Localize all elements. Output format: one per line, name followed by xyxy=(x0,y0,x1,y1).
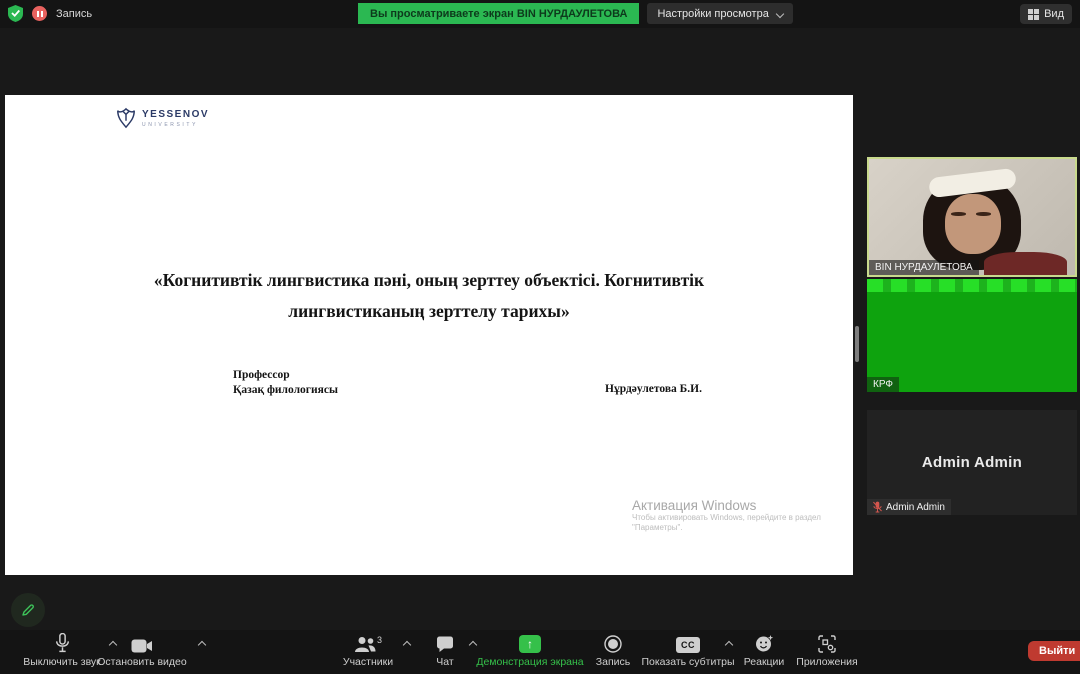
slide-title: «Когнитивтік лингвистика пәні, оның зерт… xyxy=(153,270,705,321)
grid-view-icon xyxy=(1028,8,1040,20)
view-settings-label: Настройки просмотра xyxy=(657,7,769,20)
stop-video-button[interactable]: Остановить видео xyxy=(82,633,202,668)
speaker-portrait-shoulder xyxy=(984,251,1067,275)
speaker-portrait-brow xyxy=(951,212,966,216)
chevron-down-icon xyxy=(775,9,785,18)
green-screen-video[interactable]: КРФ xyxy=(867,292,1077,392)
recording-indicator-cluster: Запись xyxy=(8,5,92,22)
windows-activation-watermark: Активация Windows Чтобы активировать Win… xyxy=(632,498,821,533)
speaker-portrait-face xyxy=(945,193,1001,255)
green-tile-name-tag: КРФ xyxy=(867,377,899,392)
meeting-toolbar: Выключить звук Остановить видео 3 Участн… xyxy=(0,630,1080,674)
watermark-line2: "Параметры". xyxy=(632,523,683,532)
author-role-line2: Қазақ филологиясы xyxy=(233,384,338,396)
pencil-icon xyxy=(22,604,34,616)
speaker-portrait-brow xyxy=(976,212,991,216)
chat-label: Чат xyxy=(436,656,454,668)
green-screen-strip xyxy=(867,279,1077,292)
record-label: Запись xyxy=(595,656,631,668)
chat-bubble-icon xyxy=(436,633,454,653)
participants-icon: 3 xyxy=(354,633,382,653)
active-speaker-video[interactable]: BIN НУРДАУЛЕТОВА xyxy=(867,157,1077,277)
video-camera-icon xyxy=(131,633,153,653)
leave-meeting-button[interactable]: Выйти xyxy=(1028,641,1080,661)
yessenov-logo-icon xyxy=(117,107,135,129)
admin-participant-tile[interactable]: Admin Admin Admin Admin xyxy=(867,410,1077,515)
annotation-pencil-button[interactable] xyxy=(11,593,45,627)
muted-mic-icon xyxy=(873,501,882,513)
university-logo: YESSENOV UNIVERSITY xyxy=(115,107,209,129)
recording-label: Запись xyxy=(56,7,93,20)
stop-video-label: Остановить видео xyxy=(97,656,187,668)
author-name: Нұрдәулетова Б.И. xyxy=(605,383,702,395)
admin-display-name: Admin Admin xyxy=(921,454,1023,471)
admin-name-tag: Admin Admin xyxy=(867,499,951,515)
apps-label: Приложения xyxy=(796,656,858,668)
view-button-label: Вид xyxy=(1044,8,1064,20)
share-screen-icon: ↑ xyxy=(519,635,541,653)
speaker-name-tag: BIN НУРДАУЛЕТОВА xyxy=(869,260,979,275)
logo-subtitle: UNIVERSITY xyxy=(142,122,199,128)
apps-icon xyxy=(818,633,836,653)
logo-title: YESSENOV xyxy=(142,109,210,120)
meeting-top-bar: Запись Вы просматриваете экран BIN НУРДА… xyxy=(0,0,1080,28)
admin-name-label: Admin Admin xyxy=(886,501,945,513)
participants-count-badge: 3 xyxy=(376,635,382,645)
closed-captions-icon: CC xyxy=(676,637,700,653)
watermark-title: Активация Windows xyxy=(632,498,757,513)
shared-screen-slide: YESSENOV UNIVERSITY «Когнитивтік лингвис… xyxy=(5,95,853,575)
security-shield-icon[interactable] xyxy=(8,5,23,22)
watermark-line1: Чтобы активировать Windows, перейдите в … xyxy=(632,513,821,522)
viewing-screen-banner: Вы просматриваете экран BIN НУРДАУЛЕТОВА xyxy=(358,3,640,24)
view-settings-dropdown[interactable]: Настройки просмотра xyxy=(647,3,793,24)
view-layout-button[interactable]: Вид xyxy=(1020,4,1072,24)
microphone-icon xyxy=(55,633,70,653)
record-icon xyxy=(604,633,622,653)
author-role-block: Профессор Қазақ филологиясы xyxy=(233,368,338,398)
apps-button[interactable]: Приложения xyxy=(767,633,887,668)
author-role-line1: Профессор xyxy=(233,369,290,381)
panel-resize-handle[interactable] xyxy=(855,326,859,362)
recording-active-icon[interactable] xyxy=(32,6,47,21)
